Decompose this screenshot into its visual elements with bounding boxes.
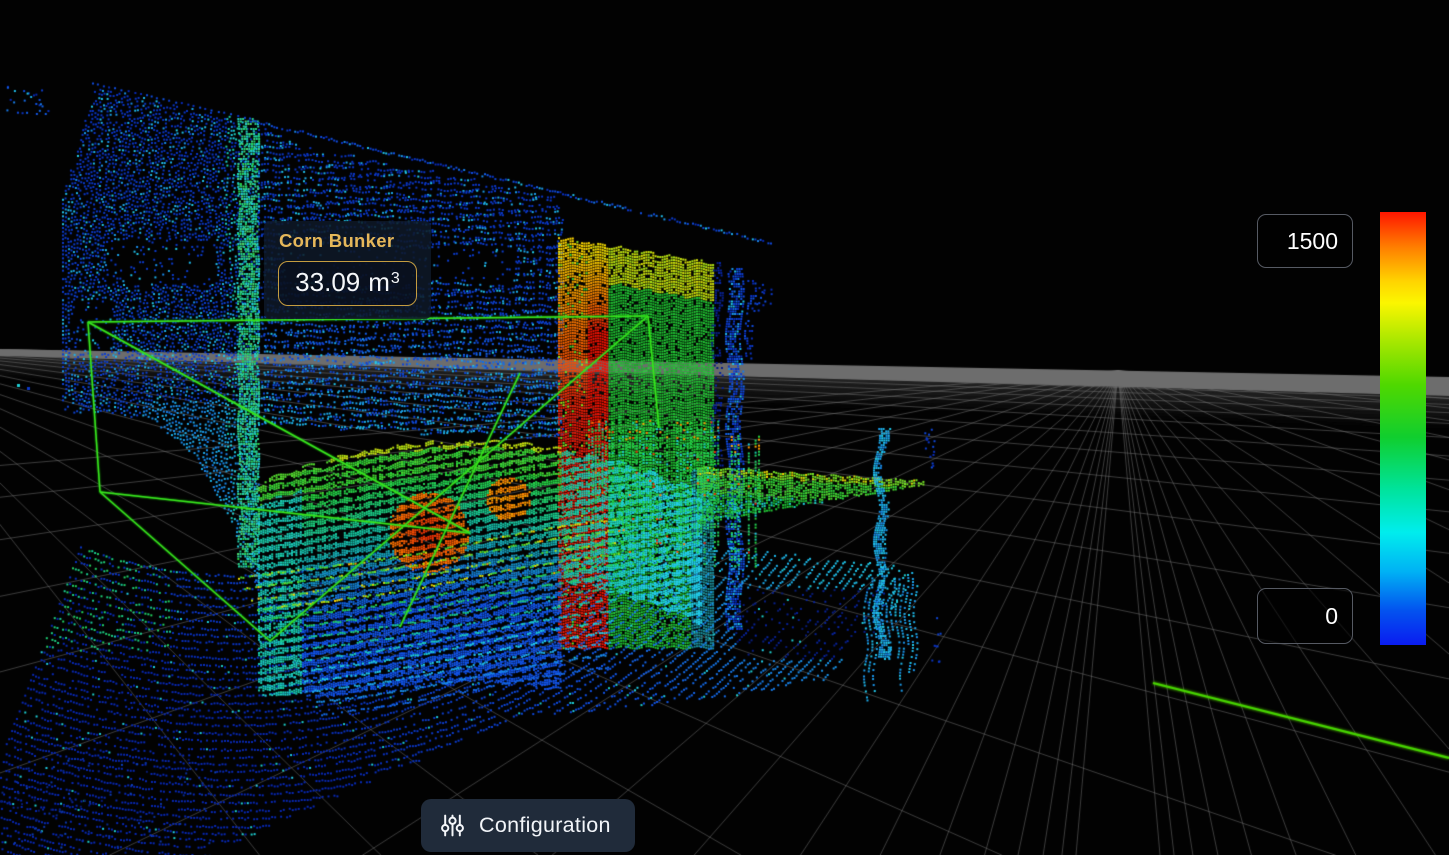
volume-tooltip: Corn Bunker 33.09 m3 (264, 221, 431, 319)
3d-viewer: Corn Bunker 33.09 m3 Configuration (0, 0, 1449, 855)
height-colorbar (1380, 212, 1426, 645)
volume-value-box: 33.09 m3 (278, 261, 417, 306)
sliders-icon (441, 814, 464, 837)
pointcloud-viewport[interactable] (0, 0, 1449, 855)
volume-unit-exponent: 3 (391, 270, 400, 287)
colorbar-max-input[interactable] (1257, 214, 1353, 268)
bunker-name-label: Corn Bunker (279, 230, 417, 252)
configuration-button[interactable]: Configuration (421, 799, 635, 852)
volume-value: 33.09 (295, 267, 360, 297)
configuration-button-label: Configuration (479, 813, 611, 838)
colorbar-min-input[interactable] (1257, 588, 1353, 644)
volume-unit: m (368, 267, 390, 297)
